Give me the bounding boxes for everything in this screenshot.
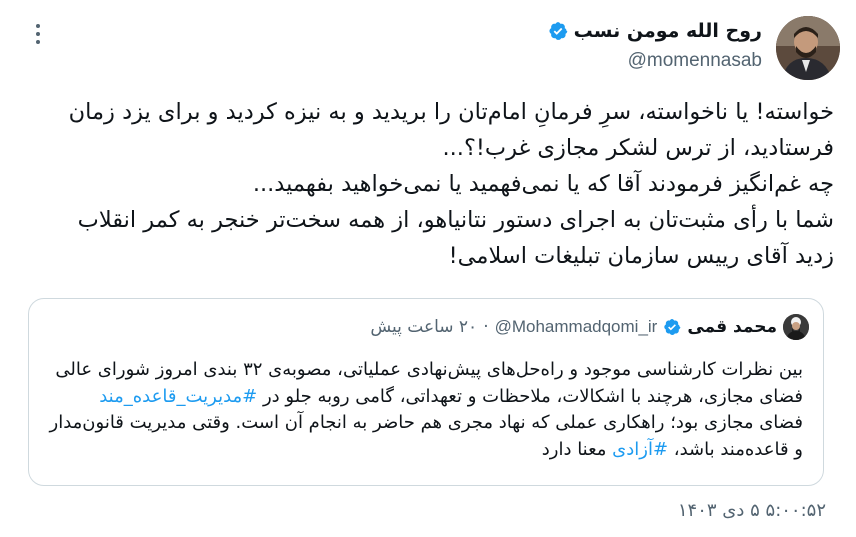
tweet-text-line: چه غم‌انگیز فرمودند آقا که یا نمی‌فهمید … <box>252 171 834 197</box>
quoted-text-segment: فضای مجازی بود؛ راهکاری عملی که نهاد مجر… <box>49 412 803 433</box>
quoted-text-segment: فضای مجازی، هرچند با اشکالات، ملاحظات و … <box>262 385 803 407</box>
quoted-text-segment: معنا دارد <box>541 438 607 460</box>
verified-badge-icon <box>549 22 567 40</box>
author-handle[interactable]: @momennasab <box>628 50 762 72</box>
more-options-icon[interactable] <box>26 20 50 48</box>
author-display-name[interactable]: روح الله مومن نسب <box>574 20 762 42</box>
tweet-text-line: فرستادید، از ترس لشکر مجازی غرب!؟... <box>442 135 835 161</box>
tweet-timestamp[interactable]: ۵:۰۰:۵۲ ۵ دی ۱۴۰۳ <box>678 500 826 521</box>
quoted-text-line: فضای مجازی، هرچند با اشکالات، ملاحظات و … <box>43 384 803 411</box>
quoted-text-line: بین نظرات کارشناسی موجود و راه‌حل‌های پی… <box>43 357 803 384</box>
tweet-card: روح الله مومن نسب @momennasab خواسته! یا… <box>0 0 856 537</box>
quoted-author-avatar[interactable] <box>783 314 809 340</box>
quoted-text-line: و قاعده‌مند باشد، #آزادی معنا دارد <box>43 437 803 464</box>
quoted-text-line: فضای مجازی بود؛ راهکاری عملی که نهاد مجر… <box>43 410 803 437</box>
quoted-tweet-header: محمد قمی @Mohammadqomi_ir · ۲۰ ساعت پیش <box>370 314 809 340</box>
tweet-text: خواسته! یا ناخواسته، سرِ فرمانِ امام‌تان… <box>18 94 834 274</box>
tweet-text-line: خواسته! یا ناخواسته، سرِ فرمانِ امام‌تان… <box>68 99 834 125</box>
verified-badge-icon <box>664 318 681 336</box>
separator-dot: · <box>483 317 489 337</box>
quoted-author-name[interactable]: محمد قمی <box>687 317 777 337</box>
quoted-text-segment: و قاعده‌مند باشد، <box>673 438 803 460</box>
author-avatar[interactable] <box>776 16 840 80</box>
quoted-tweet-time[interactable]: ۲۰ ساعت پیش <box>370 317 477 337</box>
quoted-text-segment: بین نظرات کارشناسی موجود و راه‌حل‌های پی… <box>55 359 803 380</box>
author-name-row: روح الله مومن نسب <box>548 20 762 42</box>
tweet-text-line: زدید آقای رییس سازمان تبلیغات اسلامی! <box>448 243 834 269</box>
tweet-text-line: شما با رأی مثبت‌تان به اجرای دستور نتانی… <box>77 207 834 233</box>
quoted-tweet-text: بین نظرات کارشناسی موجود و راه‌حل‌های پی… <box>43 357 803 463</box>
hashtag-link[interactable]: #مدیریت_قاعده_مند <box>99 386 257 407</box>
quoted-tweet[interactable]: محمد قمی @Mohammadqomi_ir · ۲۰ ساعت پیش … <box>28 298 824 486</box>
quoted-author-handle[interactable]: @Mohammadqomi_ir <box>495 317 658 337</box>
hashtag-link[interactable]: #آزادی <box>612 439 668 460</box>
